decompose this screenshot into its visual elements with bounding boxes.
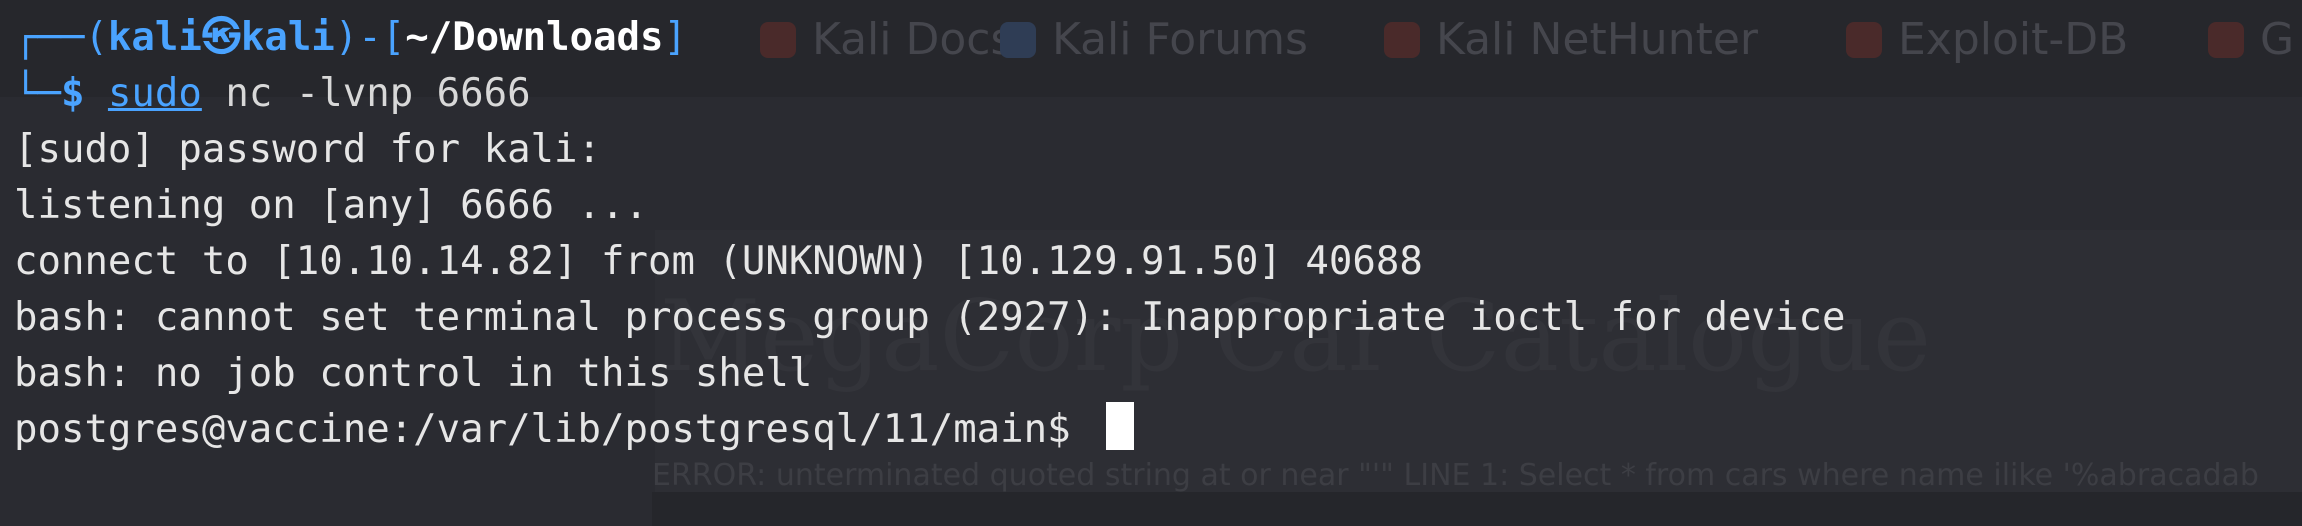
output-line: connect to [10.10.14.82] from (UNKNOWN) … (14, 239, 1423, 284)
prompt-host: kali (240, 15, 335, 60)
terminal-window[interactable]: ┌──(kali㉿kali)-[~/Downloads] └─$ sudo nc… (0, 0, 2302, 526)
command-args: nc -lvnp 6666 (201, 71, 531, 116)
shell-prompt: postgres@vaccine:/var/lib/postgresql/11/… (14, 407, 1095, 452)
prompt-box-top: ┌──( (14, 15, 108, 60)
shell-prompt-line[interactable]: postgres@vaccine:/var/lib/postgresql/11/… (14, 402, 1135, 458)
output-line: listening on [any] 6666 ... (14, 183, 648, 228)
text-cursor (1106, 402, 1135, 450)
output-line: bash: cannot set terminal process group … (14, 295, 1846, 340)
prompt-box-bottom: └─ (14, 71, 61, 116)
output-line: bash: no job control in this shell (14, 351, 813, 396)
prompt-symbol: $ (60, 71, 85, 116)
prompt-cwd: ~/Downloads (405, 15, 664, 60)
prompt-user: kali (107, 15, 202, 60)
output-line: [sudo] password for kali: (14, 127, 601, 172)
prompt-bracket-mid: )-[ (334, 15, 406, 60)
prompt-header: ┌──(kali㉿kali)-[~/Downloads] (14, 10, 687, 66)
prompt-bracket-end: ] (663, 15, 687, 60)
prompt-command-line: └─$ sudo nc -lvnp 6666 (14, 66, 531, 122)
command-sudo: sudo (107, 71, 202, 116)
prompt-at-symbol: ㉿ (201, 15, 241, 60)
